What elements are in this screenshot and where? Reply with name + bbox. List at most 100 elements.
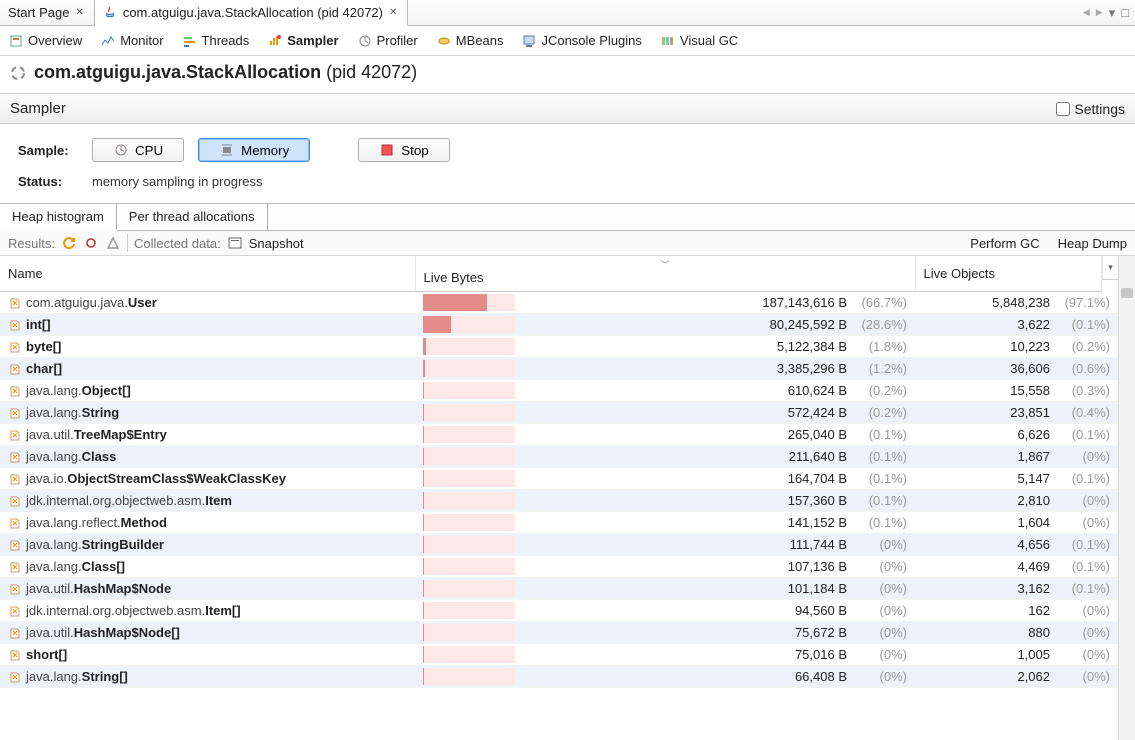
close-icon[interactable]: ✕	[387, 7, 399, 18]
bytes-value: 107,136 B	[521, 559, 847, 574]
collected-label: Collected data:	[134, 236, 221, 251]
col-header-name[interactable]: Name	[0, 256, 415, 292]
diff-icon[interactable]	[105, 235, 121, 251]
document-tabs: Start Page ✕ com.atguigu.java.StackAlloc…	[0, 0, 1135, 26]
table-row[interactable]: java.lang.String572,424 B(0.2%)23,851(0.…	[0, 402, 1118, 424]
class-icon	[8, 362, 22, 376]
refresh-icon[interactable]	[61, 235, 77, 251]
objects-percent: (0.4%)	[1056, 405, 1110, 420]
bytes-value: 187,143,616 B	[521, 295, 847, 310]
package-text: jdk.internal.org.objectweb.asm.	[26, 493, 205, 508]
objects-percent: (0%)	[1056, 603, 1110, 618]
bytes-value: 75,672 B	[521, 625, 847, 640]
col-header-live-bytes[interactable]: ﹀Live Bytes	[415, 256, 915, 292]
class-icon	[8, 406, 22, 420]
bytes-value: 164,704 B	[521, 471, 847, 486]
stop-button[interactable]: Stop	[358, 138, 449, 162]
subtab-heap-histogram[interactable]: Heap histogram	[0, 204, 117, 231]
bytes-percent: (0%)	[853, 559, 907, 574]
table-row[interactable]: int[]80,245,592 B(28.6%)3,622(0.1%)	[0, 314, 1118, 336]
bytes-percent: (0.1%)	[853, 427, 907, 442]
tab-sampler[interactable]: Sampler	[267, 32, 338, 49]
objects-value: 1,005	[1017, 647, 1050, 662]
table-row[interactable]: short[]75,016 B(0%)1,005(0%)	[0, 644, 1118, 666]
cpu-button[interactable]: CPU	[92, 138, 184, 162]
settings-checkbox[interactable]: Settings	[1056, 101, 1125, 117]
maximize-icon[interactable]: □	[1121, 5, 1129, 20]
doc-tab-stackallocation[interactable]: com.atguigu.java.StackAllocation (pid 42…	[95, 0, 409, 26]
class-text: HashMap$Node	[74, 581, 172, 596]
snapshot-button[interactable]: Snapshot	[249, 236, 304, 251]
table-row[interactable]: jdk.internal.org.objectweb.asm.Item157,3…	[0, 490, 1118, 512]
table-row[interactable]: java.util.TreeMap$Entry265,040 B(0.1%)6,…	[0, 424, 1118, 446]
bytes-bar	[423, 448, 515, 465]
table-row[interactable]: com.atguigu.java.User187,143,616 B(66.7%…	[0, 292, 1118, 314]
package-text: java.util.	[26, 581, 74, 596]
class-text: ObjectStreamClass$WeakClassKey	[67, 471, 286, 486]
table-row[interactable]: java.lang.Class211,640 B(0.1%)1,867(0%)	[0, 446, 1118, 468]
memory-button[interactable]: Memory	[198, 138, 310, 162]
objects-value: 15,558	[1010, 383, 1050, 398]
table-row[interactable]: jdk.internal.org.objectweb.asm.Item[]94,…	[0, 600, 1118, 622]
column-menu-icon[interactable]: ▾	[1102, 256, 1119, 280]
table-row[interactable]: byte[]5,122,384 B(1.8%)10,223(0.2%)	[0, 336, 1118, 358]
class-icon	[8, 604, 22, 618]
bytes-percent: (0%)	[853, 625, 907, 640]
table-row[interactable]: java.io.ObjectStreamClass$WeakClassKey16…	[0, 468, 1118, 490]
table-row[interactable]: java.lang.StringBuilder111,744 B(0%)4,65…	[0, 534, 1118, 556]
bytes-bar	[423, 668, 515, 685]
bytes-bar	[423, 426, 515, 443]
sampler-subtabs: Heap histogram Per thread allocations	[0, 203, 1135, 231]
col-header-live-objects[interactable]: Live Objects	[915, 256, 1101, 292]
table-row[interactable]: java.util.HashMap$Node101,184 B(0%)3,162…	[0, 578, 1118, 600]
tab-profiler[interactable]: Profiler	[357, 33, 418, 49]
tab-jconsole-plugins[interactable]: JConsole Plugins	[521, 33, 641, 49]
package-text: com.atguigu.java.	[26, 295, 128, 310]
bytes-bar	[423, 294, 515, 311]
close-icon[interactable]: ✕	[73, 7, 85, 18]
objects-percent: (97.1%)	[1056, 295, 1110, 310]
tab-mbeans[interactable]: MBeans	[436, 33, 504, 49]
table-row[interactable]: java.lang.reflect.Method141,152 B(0.1%)1…	[0, 512, 1118, 534]
nav-next-icon[interactable]: ▶	[1096, 7, 1103, 18]
package-text: java.lang.	[26, 449, 82, 464]
objects-percent: (0.3%)	[1056, 383, 1110, 398]
doc-tab-label: com.atguigu.java.StackAllocation (pid 42…	[123, 5, 383, 20]
objects-percent: (0.1%)	[1056, 581, 1110, 596]
table-row[interactable]: java.util.HashMap$Node[]75,672 B(0%)880(…	[0, 622, 1118, 644]
table-row[interactable]: java.lang.Class[]107,136 B(0%)4,469(0.1%…	[0, 556, 1118, 578]
vertical-scrollbar[interactable]	[1118, 256, 1135, 740]
sort-indicator-icon: ﹀	[424, 262, 907, 270]
tab-threads[interactable]: Threads	[182, 33, 250, 49]
tab-visual-gc[interactable]: Visual GC	[660, 33, 738, 49]
objects-percent: (0%)	[1056, 625, 1110, 640]
status-label: Status:	[18, 174, 78, 189]
tab-monitor[interactable]: Monitor	[100, 33, 163, 49]
doc-tab-label: Start Page	[8, 5, 69, 20]
nav-prev-icon[interactable]: ◀	[1083, 7, 1090, 18]
table-row[interactable]: java.lang.String[]66,408 B(0%)2,062(0%)	[0, 666, 1118, 688]
bytes-value: 157,360 B	[521, 493, 847, 508]
subtab-per-thread[interactable]: Per thread allocations	[117, 204, 268, 230]
class-text: byte[]	[26, 339, 61, 354]
package-text: jdk.internal.org.objectweb.asm.	[26, 603, 205, 618]
bytes-percent: (0%)	[853, 603, 907, 618]
table-row[interactable]: java.lang.Object[]610,624 B(0.2%)15,558(…	[0, 380, 1118, 402]
bytes-bar	[423, 470, 515, 487]
bytes-bar	[423, 316, 515, 333]
bytes-value: 101,184 B	[521, 581, 847, 596]
bytes-bar	[423, 404, 515, 421]
doc-tab-start-page[interactable]: Start Page ✕	[0, 0, 95, 25]
table-row[interactable]: char[]3,385,296 B(1.2%)36,606(0.6%)	[0, 358, 1118, 380]
bytes-bar	[423, 492, 515, 509]
dropdown-icon[interactable]: ▾	[1109, 5, 1116, 21]
heap-dump-button[interactable]: Heap Dump	[1058, 236, 1127, 251]
sampler-title: Sampler	[10, 100, 66, 117]
class-icon	[8, 516, 22, 530]
auto-refresh-icon[interactable]	[83, 235, 99, 251]
tab-overview[interactable]: Overview	[8, 33, 82, 49]
objects-percent: (0%)	[1056, 647, 1110, 662]
perform-gc-button[interactable]: Perform GC	[970, 236, 1039, 251]
objects-value: 10,223	[1010, 339, 1050, 354]
sample-label: Sample:	[18, 143, 78, 158]
